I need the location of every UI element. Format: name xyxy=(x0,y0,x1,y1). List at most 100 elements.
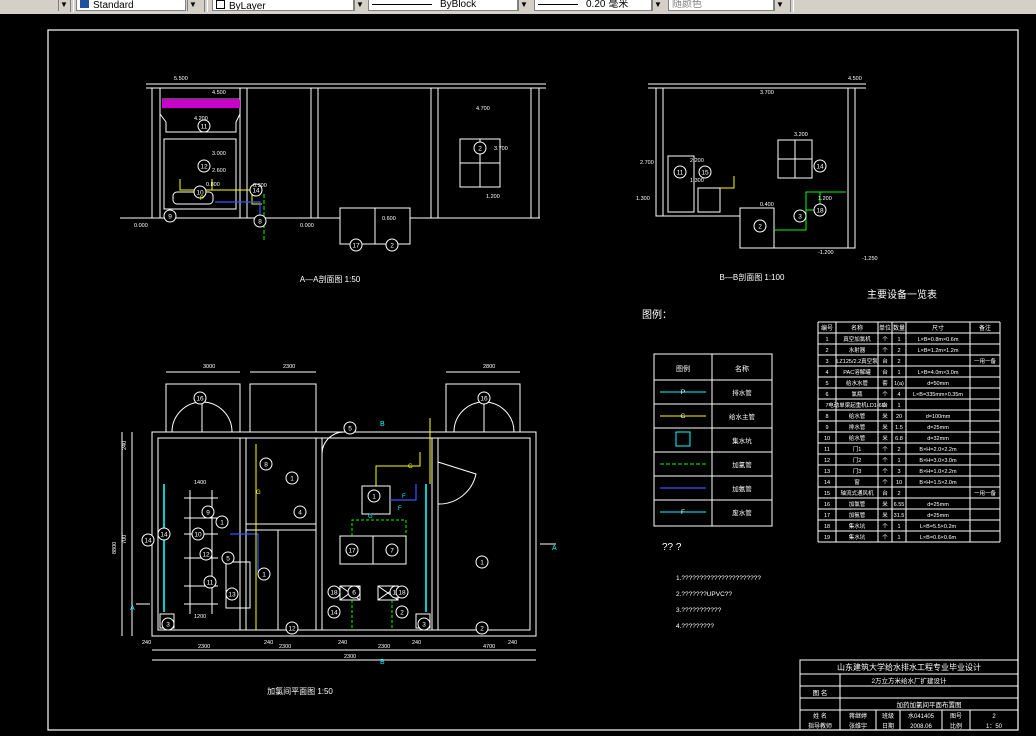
legend-symbol-text: G xyxy=(680,413,685,420)
section-bb-title: B—B剖面图 1:100 xyxy=(720,272,785,282)
dimension-text: 8800 xyxy=(112,542,118,554)
table-cell: L×B=0.6×0.6m xyxy=(920,535,957,541)
callout-number: 5 xyxy=(226,556,230,563)
pipe-label: G xyxy=(256,490,261,496)
table-cell: L×B=1.2m×1.2m xyxy=(918,348,959,354)
table-cell: d=25mm xyxy=(927,502,949,508)
elevation-label: 3.700 xyxy=(760,90,774,96)
table-cell: 一用一备 xyxy=(974,357,997,365)
dropdown-arrow-icon[interactable]: ▼ xyxy=(58,0,69,11)
table-cell: 氯瓶 xyxy=(851,390,863,398)
title-project: 2万立方米给水厂扩建设计 xyxy=(871,676,947,685)
table-cell: 米 xyxy=(882,500,888,508)
legend-name-text: 加氯管 xyxy=(732,460,752,469)
lineweight-sample xyxy=(538,3,578,5)
layer-select[interactable]: ByLayer xyxy=(212,0,354,11)
callout-number: 7 xyxy=(390,548,394,555)
elevation-label: 0.600 xyxy=(382,216,396,222)
legend-name-text: 给水主管 xyxy=(729,412,756,421)
table-cell: 3 xyxy=(825,359,828,365)
table-cell: L×B=335mm×0.35m xyxy=(913,392,963,398)
table-cell: 米 xyxy=(882,434,888,442)
elevation-label: 1.300 xyxy=(636,196,650,202)
callout-number: 16 xyxy=(480,396,488,403)
table-cell: 10 xyxy=(896,480,902,486)
linetype-select[interactable]: ByBlock xyxy=(368,0,518,11)
title-block-cell: 2008.06 xyxy=(910,724,932,730)
lineweight-select[interactable]: 0.20 毫米 xyxy=(534,0,652,11)
elevation-label: 0.800 xyxy=(206,182,220,188)
dimension-text: 2300 xyxy=(198,644,210,650)
text-style-icon xyxy=(80,0,89,8)
table-cell: B×H=1.0×2.2m xyxy=(919,469,957,475)
table-cell: 16 xyxy=(824,502,830,508)
dropdown-arrow-icon[interactable]: ▼ xyxy=(774,0,785,11)
dimension-text: 240 xyxy=(122,441,128,450)
table-cell: d=25mm xyxy=(927,513,949,519)
elevation-label: 3.700 xyxy=(494,146,508,152)
dimension-text: 240 xyxy=(508,640,517,646)
legend-name-text: 废水管 xyxy=(732,508,752,517)
callout-number: 3 xyxy=(422,622,426,629)
legend-name-text: 集水坑 xyxy=(732,436,752,445)
elevation-label: 5.500 xyxy=(174,76,188,82)
title-school: 山东建筑大学给水排水工程专业毕业设计 xyxy=(837,662,981,672)
title-block-cell: 日期 xyxy=(882,722,894,730)
table-cell: 1 xyxy=(897,524,900,530)
note-item: 1.?????????????????????? xyxy=(676,575,761,582)
elevation-label: -1.250 xyxy=(862,256,878,262)
table-cell: 20 xyxy=(896,414,902,420)
callout-number: 18 xyxy=(816,208,824,215)
elevation-label: 2.200 xyxy=(690,158,704,164)
dimension-text: 240 xyxy=(264,640,273,646)
callout-number: 1 xyxy=(372,494,376,501)
plot-style-select[interactable]: 随颜色 xyxy=(668,0,774,11)
table-cell: 11 xyxy=(824,447,830,453)
section-marker: A xyxy=(130,605,135,612)
callout-number: 11 xyxy=(677,170,684,177)
dropdown-arrow-icon[interactable]: ▼ xyxy=(652,0,663,11)
table-cell: L×B=5.5×0.2m xyxy=(920,524,957,530)
elevation-label: 2.600 xyxy=(212,168,226,174)
callout-number: 1 xyxy=(290,476,294,483)
callout-number: 14 xyxy=(330,610,338,617)
text-style-select[interactable]: Standard xyxy=(76,0,186,11)
table-cell: 电动单梁起重机LD1-6D xyxy=(828,401,885,409)
table-cell: 1 xyxy=(897,403,900,409)
table-cell: 门1 xyxy=(853,445,862,453)
callout-number: 2 xyxy=(480,626,484,633)
table-cell: 1 xyxy=(897,337,900,343)
dimension-text: 1400 xyxy=(194,480,206,486)
table-header: 编号 xyxy=(821,324,833,332)
table-cell: 2 xyxy=(825,348,828,354)
table-cell: LZ125/2.2真空泵 xyxy=(836,357,878,365)
section-aa-title: A—A剖面图 1:50 xyxy=(300,274,361,284)
pipe-label: P xyxy=(200,196,204,202)
table-cell: PAC溶解罐 xyxy=(843,368,871,376)
table-cell: d=25mm xyxy=(927,425,949,431)
elevation-label: 0.300 xyxy=(253,183,267,189)
callout-number: 17 xyxy=(348,548,356,555)
dimension-text: 240 xyxy=(412,640,421,646)
table-cell: B×H=3.0×3.0m xyxy=(919,458,957,464)
elevation-label: 3.000 xyxy=(212,151,226,157)
title-block-cell: 班级 xyxy=(882,712,894,720)
table-cell: d=50mm xyxy=(927,381,949,387)
elevation-label: 1.300 xyxy=(690,178,704,184)
table-cell: 15 xyxy=(824,491,830,497)
callout-number: 10 xyxy=(194,532,202,539)
callout-number: 14 xyxy=(144,538,152,545)
table-cell: 个 xyxy=(882,391,888,398)
dropdown-arrow-icon[interactable]: ▼ xyxy=(354,0,365,11)
elevation-label: 3.200 xyxy=(794,132,808,138)
table-cell: 1 xyxy=(897,458,900,464)
callout-number: 11 xyxy=(201,124,208,131)
dropdown-arrow-icon[interactable]: ▼ xyxy=(187,0,198,11)
dropdown-arrow-icon[interactable]: ▼ xyxy=(518,0,529,11)
table-cell: 水射器 xyxy=(849,346,866,354)
table-header: 尺寸 xyxy=(932,324,944,332)
cad-drawing-canvas[interactable]: 1112109817 221411 1514231816 16111541125131… xyxy=(0,14,1036,736)
dimension-text: 240 xyxy=(142,640,151,646)
elevation-label: -1.200 xyxy=(818,250,834,256)
callout-number: 12 xyxy=(288,626,296,633)
